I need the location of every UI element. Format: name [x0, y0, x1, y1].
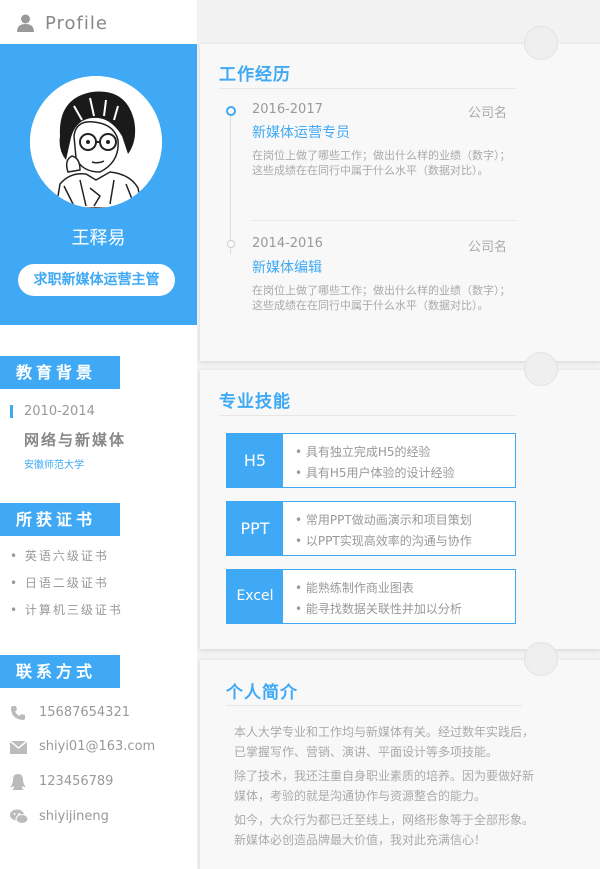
job-title: 新媒体编辑 — [252, 260, 322, 276]
certificates-heading: 所获证书 — [0, 503, 120, 536]
card-notch — [524, 642, 558, 676]
skill-point: • 常用PPT做动画演示和项目策划 — [295, 513, 472, 527]
skills-heading: 专业技能 — [219, 392, 291, 412]
skill-point: • 以PPT实现高效率的沟通与协作 — [295, 534, 472, 548]
divider — [219, 88, 515, 89]
job-years: 2016-2017 — [252, 102, 323, 117]
bio-paragraph: 本人大学专业和工作均与新媒体有关。经过数年实践后，已掌握写作、营销、演讲、平面设… — [234, 725, 535, 759]
experience-heading: 工作经历 — [219, 65, 291, 85]
user-icon — [17, 14, 34, 32]
skill-box-h5: H5 • 具有独立完成H5的经验 • 具有H5用户体验的设计经验 — [226, 433, 516, 488]
bio-heading: 个人简介 — [226, 683, 298, 703]
qq-icon — [10, 774, 26, 790]
bio-card: 个人简介 本人大学专业和工作均与新媒体有关。经过数年实践后，已掌握写作、营销、演… — [200, 642, 600, 869]
certificate-item: • 日语二级证书 — [10, 576, 109, 590]
education-marker — [10, 405, 13, 418]
job-description: 在岗位上做了哪些工作；做出什么样的业绩（数字）；这些成绩在在同行中属于什么水平（… — [252, 284, 511, 312]
sidebar: Profile 王释易 求职新媒体运营主管 教育背景 2010-2014 网络与… — [0, 0, 197, 869]
wechat-icon — [10, 809, 28, 824]
skills-card: 专业技能 H5 • 具有独立完成H5的经验 • 具有H5用户体验的设计经验 PP… — [200, 352, 600, 649]
skill-box-ppt: PPT • 常用PPT做动画演示和项目策划 • 以PPT实现高效率的沟通与协作 — [226, 501, 516, 556]
bio-paragraph: 如今，大众行为都已迁至线上，网络形象等于全部形象。新媒体必创造品牌最大价值，我对… — [234, 813, 535, 847]
education-major: 网络与新媒体 — [24, 431, 127, 449]
job-objective-badge: 求职新媒体运营主管 — [18, 264, 175, 296]
skill-tag: PPT — [227, 502, 283, 555]
contact-heading: 联系方式 — [0, 655, 120, 688]
job-title: 新媒体运营专员 — [252, 125, 350, 141]
skill-point: • 能寻找数据关联性并加以分析 — [295, 602, 462, 616]
education-heading: 教育背景 — [0, 356, 120, 389]
profile-label: Profile — [45, 13, 108, 34]
skill-point: • 具有H5用户体验的设计经验 — [295, 466, 455, 480]
bio-paragraph: 除了技术，我还注重自身职业素质的培养。因为要做好新媒体，考验的就是沟通协作与资源… — [234, 769, 535, 803]
card-notch — [524, 26, 558, 60]
experience-card: 工作经历 2016-2017 公司名 新媒体运营专员 在岗位上做了哪些工作；做出… — [200, 26, 600, 361]
certificate-item: • 计算机三级证书 — [10, 603, 123, 617]
divider — [226, 705, 522, 706]
job-description: 在岗位上做了哪些工作；做出什么样的业绩（数字）；这些成绩在在同行中属于什么水平（… — [252, 149, 511, 177]
certificate-item: • 英语六级证书 — [10, 549, 109, 563]
education-school: 安徽师范大学 — [24, 460, 84, 471]
phone-icon — [11, 706, 25, 720]
skill-tag: H5 — [227, 434, 283, 487]
job-company: 公司名 — [468, 106, 508, 121]
phone-number: 15687654321 — [39, 705, 130, 720]
profile-bar: Profile — [0, 0, 197, 44]
wechat-id: shiyijineng — [39, 809, 109, 824]
job-years: 2014-2016 — [252, 236, 323, 251]
avatar — [30, 76, 162, 208]
job-company: 公司名 — [468, 240, 508, 255]
timeline-dot-active — [226, 106, 236, 116]
skill-box-excel: Excel • 能熟练制作商业图表 • 能寻找数据关联性并加以分析 — [226, 569, 516, 624]
skill-tag: Excel — [227, 570, 283, 623]
skill-point: • 具有独立完成H5的经验 — [295, 445, 431, 459]
profile-header: 王释易 求职新媒体运营主管 — [0, 44, 197, 325]
divider — [252, 220, 516, 221]
timeline-line — [230, 114, 231, 254]
education-years: 2010-2014 — [24, 404, 95, 419]
email-icon — [10, 741, 27, 754]
skill-point: • 能熟练制作商业图表 — [295, 581, 414, 595]
avatar-illustration — [30, 76, 162, 208]
timeline-dot — [227, 240, 235, 248]
qq-number: 123456789 — [39, 774, 114, 789]
divider — [219, 415, 515, 416]
candidate-name: 王释易 — [71, 228, 126, 249]
email-address: shiyi01@163.com — [39, 739, 156, 754]
card-notch — [524, 352, 558, 386]
